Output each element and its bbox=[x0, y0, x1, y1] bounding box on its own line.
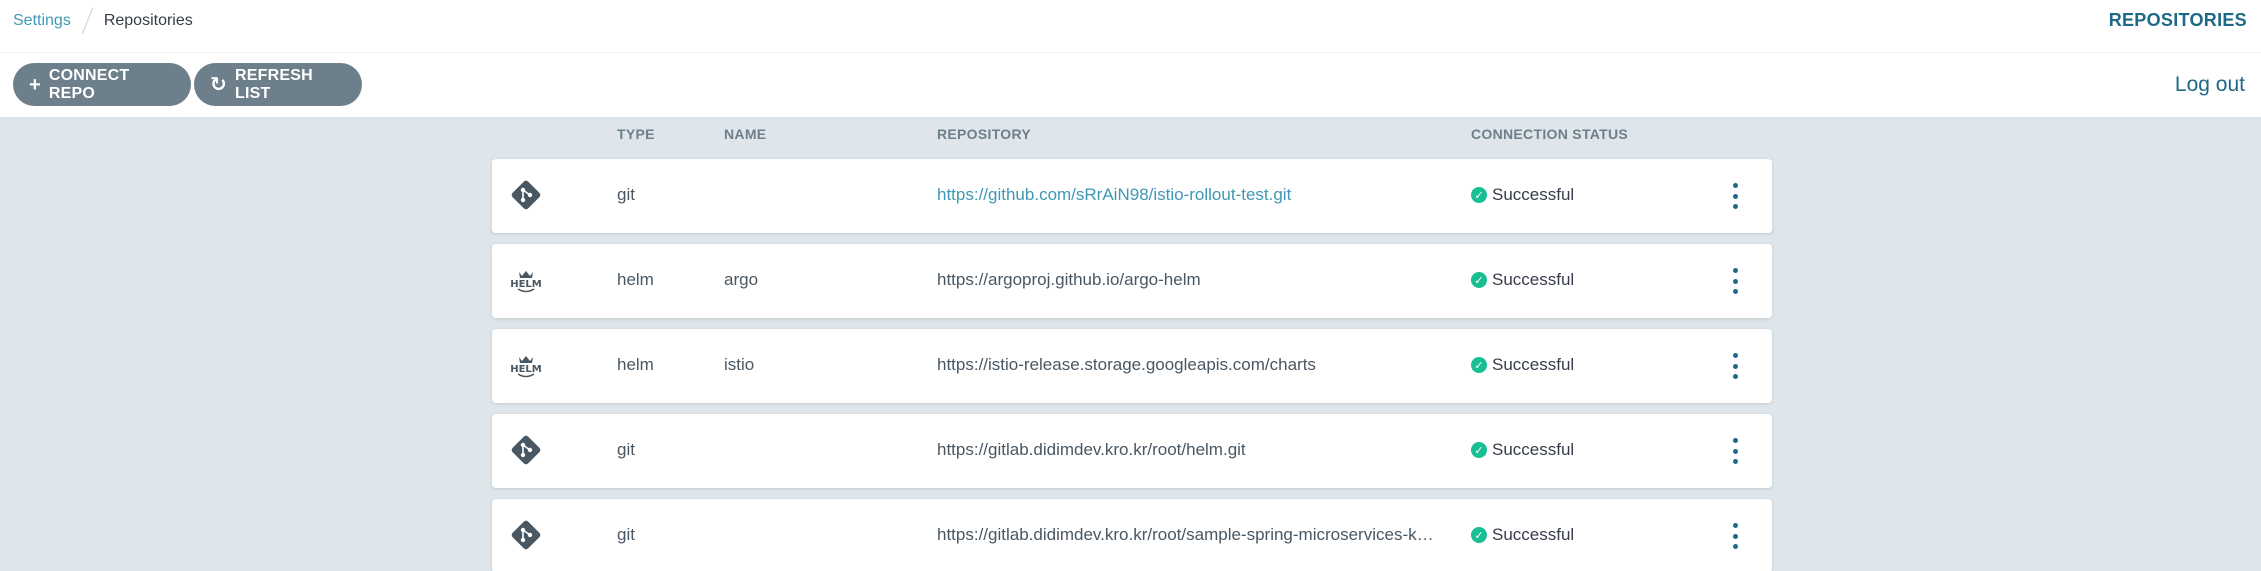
check-circle-icon: ✓ bbox=[1471, 357, 1487, 373]
plus-icon: + bbox=[29, 73, 41, 96]
row-menu-icon[interactable] bbox=[1729, 181, 1741, 211]
repo-type: git bbox=[617, 185, 635, 204]
refresh-list-label: REFRESH LIST bbox=[234, 66, 313, 102]
page-title: REPOSITORIES bbox=[2108, 10, 2247, 30]
connection-status-text: Successful bbox=[1492, 185, 1575, 204]
refresh-icon: ↻ bbox=[210, 73, 227, 96]
git-icon bbox=[510, 434, 542, 466]
row-menu-icon[interactable] bbox=[1729, 351, 1741, 381]
repo-type: helm bbox=[617, 355, 654, 374]
table-row[interactable]: HELM helm argo https://argoproj.github.i… bbox=[492, 244, 1772, 318]
row-menu-icon[interactable] bbox=[1729, 521, 1741, 551]
refresh-list-button[interactable]: ↻ REFRESH LIST bbox=[194, 63, 362, 106]
connection-status: ✓ Successful bbox=[1471, 440, 1574, 460]
git-icon bbox=[510, 179, 542, 211]
git-icon bbox=[510, 519, 542, 551]
repo-name: argo bbox=[724, 270, 759, 289]
repo-name: istio bbox=[724, 355, 755, 374]
table-row[interactable]: git https://gitlab.didimdev.kro.kr/root/… bbox=[492, 499, 1772, 571]
svg-text:HELM: HELM bbox=[510, 279, 542, 290]
table-row[interactable]: git https://gitlab.didimdev.kro.kr/root/… bbox=[492, 414, 1772, 488]
column-header-connection-status: CONNECTION STATUS bbox=[1471, 126, 1629, 142]
connection-status: ✓ Successful bbox=[1471, 270, 1574, 290]
breadcrumb-current: Repositories bbox=[103, 12, 193, 29]
check-circle-icon: ✓ bbox=[1471, 272, 1487, 288]
logout-link[interactable]: Log out bbox=[2175, 73, 2245, 97]
repo-url-link[interactable]: https://github.com/sRrAiN98/istio-rollou… bbox=[937, 185, 1437, 205]
helm-icon: HELM bbox=[510, 264, 542, 296]
repo-type: git bbox=[617, 440, 635, 459]
row-menu-icon[interactable] bbox=[1729, 436, 1741, 466]
repo-url: https://argoproj.github.io/argo-helm bbox=[937, 270, 1201, 289]
table-row[interactable]: git https://github.com/sRrAiN98/istio-ro… bbox=[492, 159, 1772, 233]
connection-status: ✓ Successful bbox=[1471, 355, 1574, 375]
row-menu-icon[interactable] bbox=[1729, 266, 1741, 296]
connection-status-text: Successful bbox=[1492, 440, 1575, 459]
breadcrumb: Settings Repositories bbox=[13, 7, 193, 35]
column-header-repository: REPOSITORY bbox=[937, 126, 1032, 142]
column-header-type: TYPE bbox=[617, 126, 655, 142]
repo-url: https://istio-release.storage.googleapis… bbox=[937, 355, 1316, 374]
connection-status: ✓ Successful bbox=[1471, 525, 1574, 545]
top-bar: Settings Repositories REPOSITORIES bbox=[0, 0, 2261, 53]
table-row[interactable]: HELM helm istio https://istio-release.st… bbox=[492, 329, 1772, 403]
connect-repo-button[interactable]: + CONNECT REPO bbox=[13, 63, 191, 106]
svg-text:HELM: HELM bbox=[510, 364, 542, 375]
connection-status: ✓ Successful bbox=[1471, 185, 1574, 205]
repo-url: https://gitlab.didimdev.kro.kr/root/samp… bbox=[937, 525, 1437, 544]
repo-url: https://gitlab.didimdev.kro.kr/root/helm… bbox=[937, 440, 1246, 459]
repo-type: git bbox=[617, 525, 635, 544]
connection-status-text: Successful bbox=[1492, 355, 1575, 374]
column-header-name: NAME bbox=[724, 126, 767, 142]
table-header: TYPE NAME REPOSITORY CONNECTION STATUS bbox=[492, 126, 1772, 146]
connect-repo-label: CONNECT REPO bbox=[48, 66, 130, 102]
check-circle-icon: ✓ bbox=[1471, 442, 1487, 458]
helm-icon: HELM bbox=[510, 349, 542, 381]
breadcrumb-separator bbox=[81, 7, 94, 35]
connection-status-text: Successful bbox=[1492, 525, 1575, 544]
breadcrumb-settings-link[interactable]: Settings bbox=[13, 12, 71, 30]
connection-status-text: Successful bbox=[1492, 270, 1575, 289]
toolbar: + CONNECT REPO ↻ REFRESH LIST Log out bbox=[0, 53, 2261, 117]
check-circle-icon: ✓ bbox=[1471, 527, 1487, 543]
repo-type: helm bbox=[617, 270, 654, 289]
check-circle-icon: ✓ bbox=[1471, 187, 1487, 203]
